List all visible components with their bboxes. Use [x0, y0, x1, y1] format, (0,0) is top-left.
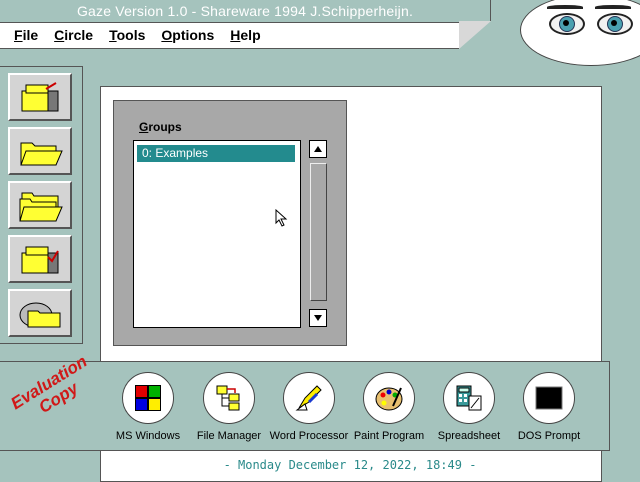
app-spreadsheet-circle[interactable]	[443, 372, 495, 424]
tool-button-folders[interactable]	[8, 181, 72, 229]
scroll-up-button[interactable]	[309, 140, 327, 158]
app-dos-prompt[interactable]: DOS Prompt	[509, 372, 589, 442]
tool-button-file-cabinet-check[interactable]	[8, 235, 72, 283]
app-label: Paint Program	[353, 430, 425, 442]
file-manager-icon	[216, 385, 240, 411]
app-dos-prompt-circle[interactable]	[523, 372, 575, 424]
menu-bar: File Circle Tools Options Help	[14, 27, 277, 43]
tool-button-disk-folder[interactable]	[8, 289, 72, 337]
app-label: Word Processor	[269, 430, 349, 442]
menu-help-rest: elp	[240, 27, 261, 43]
gaze-eyes	[520, 0, 640, 66]
groups-label-accel: G	[139, 120, 149, 134]
app-paint-program-circle[interactable]	[363, 372, 415, 424]
left-eye-icon	[547, 5, 585, 35]
app-file-manager[interactable]: File Manager	[189, 372, 269, 442]
right-eye-icon	[595, 5, 633, 35]
menu-help-accel: H	[230, 27, 241, 43]
menu-tools-accel: T	[109, 27, 117, 43]
menu-file[interactable]: File	[14, 27, 38, 43]
menu-circle-rest: ircle	[64, 27, 94, 43]
groups-listbox[interactable]: 0: Examples	[133, 140, 301, 328]
menu-tools[interactable]: Tools	[109, 27, 145, 43]
app-file-manager-circle[interactable]	[203, 372, 255, 424]
dos-screen-icon	[535, 386, 563, 410]
palette-icon	[375, 387, 403, 411]
pen-nib-icon	[295, 385, 322, 411]
app-ms-windows-circle[interactable]	[122, 372, 174, 424]
file-cabinet-check-icon	[21, 246, 59, 274]
menu-options-accel: O	[161, 27, 173, 43]
tool-button-file-cabinet-open[interactable]	[8, 73, 72, 121]
scrollbar-thumb[interactable]	[310, 163, 327, 301]
title-menu-card: Gaze Version 1.0 - Shareware 1994 J.Schi…	[0, 0, 491, 49]
app-label: Spreadsheet	[437, 430, 501, 442]
disk-folder-icon	[19, 302, 61, 328]
title-bar[interactable]: Gaze Version 1.0 - Shareware 1994 J.Schi…	[0, 0, 490, 23]
menu-options-rest: ptions	[172, 27, 215, 43]
windows-logo-icon	[135, 385, 161, 411]
groups-label: Groups	[139, 120, 182, 134]
scroll-down-button[interactable]	[309, 309, 327, 327]
calculator-icon	[456, 385, 482, 411]
menu-tools-rest: ools	[116, 27, 146, 43]
groups-label-rest: roups	[148, 120, 182, 134]
tool-button-folder-open[interactable]	[8, 127, 72, 175]
app-label: File Manager	[196, 430, 262, 442]
arrow-down-icon	[314, 315, 322, 321]
date-time-status: - Monday December 12, 2022, 18:49 -	[223, 458, 477, 472]
mouse-pointer-icon	[275, 209, 288, 227]
menu-file-rest: ile	[22, 27, 39, 43]
menu-circle-accel: C	[54, 27, 65, 43]
app-ms-windows[interactable]: MS Windows	[108, 372, 188, 442]
folders-icon	[19, 192, 63, 222]
menu-options[interactable]: Options	[161, 27, 214, 43]
app-paint-program[interactable]: Paint Program	[349, 372, 429, 442]
app-word-processor-circle[interactable]	[283, 372, 335, 424]
list-item[interactable]: 0: Examples	[137, 145, 295, 162]
tool-strip	[0, 66, 83, 344]
menu-circle[interactable]: Circle	[54, 27, 93, 43]
arrow-up-icon	[314, 146, 322, 152]
menu-help[interactable]: Help	[230, 27, 260, 43]
file-cabinet-open-icon	[21, 82, 59, 112]
menu-file-accel: F	[14, 27, 23, 43]
app-word-processor[interactable]: Word Processor	[269, 372, 349, 442]
app-spreadsheet[interactable]: Spreadsheet	[429, 372, 509, 442]
window-title: Gaze Version 1.0 - Shareware 1994 J.Schi…	[76, 3, 414, 19]
app-label: MS Windows	[115, 430, 181, 442]
app-label: DOS Prompt	[517, 430, 581, 442]
folder-open-icon	[20, 142, 63, 166]
page-curl-corner	[459, 21, 491, 49]
